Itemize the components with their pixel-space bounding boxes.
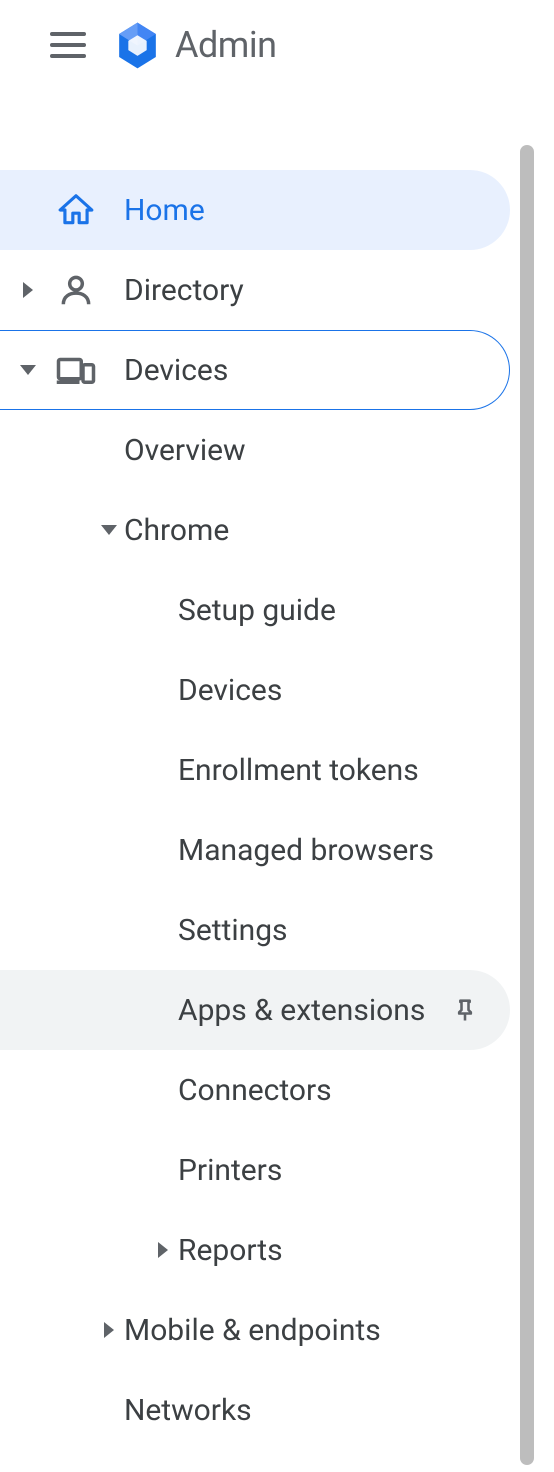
nav-item-printers[interactable]: Printers (0, 1130, 510, 1210)
nav-label-connectors: Connectors (178, 1073, 332, 1108)
nav-item-mobile-endpoints[interactable]: Mobile & endpoints (0, 1290, 510, 1370)
nav-item-settings[interactable]: Settings (0, 890, 510, 970)
person-icon (52, 266, 100, 314)
nav-label-networks: Networks (124, 1393, 252, 1428)
nav-label-apps-extensions: Apps & extensions (178, 993, 425, 1028)
nav-item-apps-extensions[interactable]: Apps & extensions (0, 970, 510, 1050)
nav-label-overview: Overview (124, 433, 246, 468)
app-title: Admin (175, 24, 277, 66)
hamburger-menu-icon[interactable] (50, 25, 90, 65)
expand-arrow-icon (148, 1242, 178, 1258)
nav-label-chrome: Chrome (124, 513, 229, 548)
nav-item-overview[interactable]: Overview (0, 410, 510, 490)
scrollbar[interactable] (520, 145, 534, 1465)
pin-icon[interactable] (435, 980, 495, 1040)
expand-arrow-icon (94, 1322, 124, 1338)
sidebar-nav: Home Directory Devices Overview (0, 170, 510, 1450)
nav-label-devices: Devices (124, 353, 228, 388)
nav-item-enrollment-tokens[interactable]: Enrollment tokens (0, 730, 510, 810)
logo-container[interactable]: Admin (110, 18, 277, 73)
nav-item-connectors[interactable]: Connectors (0, 1050, 510, 1130)
nav-label-setup-guide: Setup guide (178, 593, 336, 628)
nav-item-devices[interactable]: Devices (0, 330, 510, 410)
nav-item-setup-guide[interactable]: Setup guide (0, 570, 510, 650)
nav-label-mobile-endpoints: Mobile & endpoints (124, 1313, 381, 1348)
nav-label-home: Home (124, 193, 205, 228)
nav-item-reports[interactable]: Reports (0, 1210, 510, 1290)
home-icon (52, 186, 100, 234)
admin-logo-icon (110, 18, 165, 73)
nav-label-enrollment-tokens: Enrollment tokens (178, 753, 419, 788)
nav-label-settings: Settings (178, 913, 288, 948)
nav-item-chrome[interactable]: Chrome (0, 490, 510, 570)
nav-item-managed-browsers[interactable]: Managed browsers (0, 810, 510, 890)
nav-label-managed-browsers: Managed browsers (178, 833, 434, 868)
devices-icon (52, 346, 100, 394)
collapse-arrow-icon (94, 525, 124, 535)
nav-item-chrome-devices[interactable]: Devices (0, 650, 510, 730)
nav-item-home[interactable]: Home (0, 170, 510, 250)
nav-item-directory[interactable]: Directory (0, 250, 510, 330)
app-header: Admin (0, 0, 554, 90)
nav-label-printers: Printers (178, 1153, 282, 1188)
nav-label-directory: Directory (124, 273, 244, 308)
nav-label-chrome-devices: Devices (178, 673, 282, 708)
collapse-arrow-icon (18, 365, 38, 375)
expand-arrow-icon (18, 282, 38, 298)
nav-item-networks[interactable]: Networks (0, 1370, 510, 1450)
nav-label-reports: Reports (178, 1233, 283, 1268)
